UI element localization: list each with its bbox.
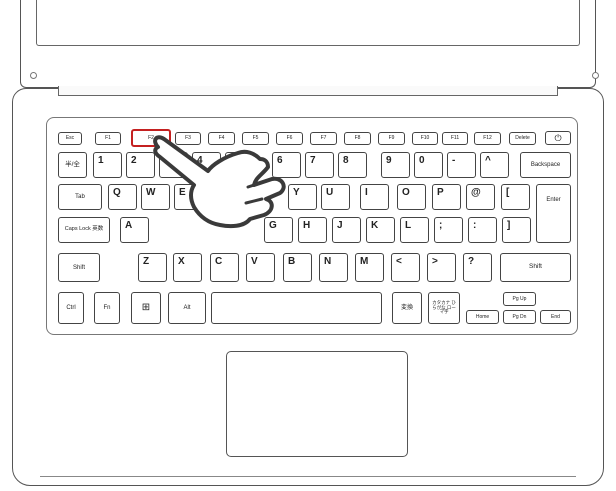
base-bottom-edge (40, 476, 576, 482)
key-7[interactable]: 7 (305, 152, 334, 178)
key-f8[interactable]: F8 (344, 132, 371, 145)
key-fn[interactable]: Fn (94, 292, 120, 324)
key-1[interactable]: 1 (93, 152, 122, 178)
key-caret[interactable]: ^ (480, 152, 509, 178)
key-j[interactable]: J (332, 217, 361, 243)
key-colon[interactable]: : (468, 217, 497, 243)
key-f9[interactable]: F9 (378, 132, 405, 145)
key-shift-right[interactable]: Shift (500, 253, 571, 282)
key-f10[interactable]: F10 (412, 132, 438, 145)
key-esc[interactable]: Esc (58, 132, 82, 145)
key-f11[interactable]: F11 (442, 132, 468, 145)
key-caps-lock[interactable]: Caps Lock 英数 (58, 217, 110, 243)
lid-hinge-dot-left (30, 72, 37, 79)
key-shift-left[interactable]: Shift (58, 253, 100, 282)
key-hankaku[interactable]: 半/全 (58, 152, 87, 178)
key-delete[interactable]: Delete (509, 132, 536, 145)
key-h[interactable]: H (298, 217, 327, 243)
key-l[interactable]: L (400, 217, 429, 243)
key-x[interactable]: X (173, 253, 202, 282)
hinge-bar (58, 86, 558, 96)
key-z[interactable]: Z (138, 253, 167, 282)
key-end[interactable]: End (540, 310, 571, 324)
key-0[interactable]: 0 (414, 152, 443, 178)
key-period[interactable]: > (427, 253, 456, 282)
key-9[interactable]: 9 (381, 152, 410, 178)
key-henkan[interactable]: 変換 (392, 292, 422, 324)
key-bracket-right[interactable]: ] (502, 217, 531, 243)
key-ctrl[interactable]: Ctrl (58, 292, 84, 324)
key-windows[interactable]: ⊞ (131, 292, 161, 324)
key-tab[interactable]: Tab (58, 184, 102, 210)
key-f7[interactable]: F7 (310, 132, 337, 145)
laptop-screen-display (36, 0, 580, 46)
key-p[interactable]: P (432, 184, 461, 210)
key-y[interactable]: Y (288, 184, 317, 210)
key-i[interactable]: I (360, 184, 389, 210)
key-f1[interactable]: F1 (95, 132, 121, 145)
key-slash[interactable]: ? (463, 253, 492, 282)
key-c[interactable]: C (210, 253, 239, 282)
key-v[interactable]: V (246, 253, 275, 282)
key-k[interactable]: K (366, 217, 395, 243)
key-u[interactable]: U (321, 184, 350, 210)
key-o[interactable]: O (397, 184, 426, 210)
pointing-hand-icon (153, 135, 286, 229)
key-enter[interactable]: Enter (536, 184, 571, 243)
key-8[interactable]: 8 (338, 152, 367, 178)
key-m[interactable]: M (355, 253, 384, 282)
key-backspace[interactable]: Backspace (520, 152, 571, 178)
key-q[interactable]: Q (108, 184, 137, 210)
key-bracket-left[interactable]: [ (501, 184, 530, 210)
key-f12[interactable]: F12 (474, 132, 501, 145)
key-power[interactable]: ⏻ (545, 131, 571, 145)
key-minus[interactable]: - (447, 152, 476, 178)
key-n[interactable]: N (319, 253, 348, 282)
key-pgup[interactable]: Pg Up (503, 292, 536, 306)
key-kana[interactable]: カタカナ ひらがな ローマ字 (428, 292, 460, 324)
key-a[interactable]: A (120, 217, 149, 243)
key-alt[interactable]: Alt (168, 292, 206, 324)
key-pgdn[interactable]: Pg Dn (503, 310, 536, 324)
key-at[interactable]: @ (466, 184, 495, 210)
trackpad[interactable] (226, 351, 408, 457)
key-comma[interactable]: < (391, 253, 420, 282)
key-b[interactable]: B (283, 253, 312, 282)
key-semicolon[interactable]: ; (434, 217, 463, 243)
lid-hinge-dot-right (592, 72, 599, 79)
key-home[interactable]: Home (466, 310, 499, 324)
key-space[interactable] (211, 292, 382, 324)
